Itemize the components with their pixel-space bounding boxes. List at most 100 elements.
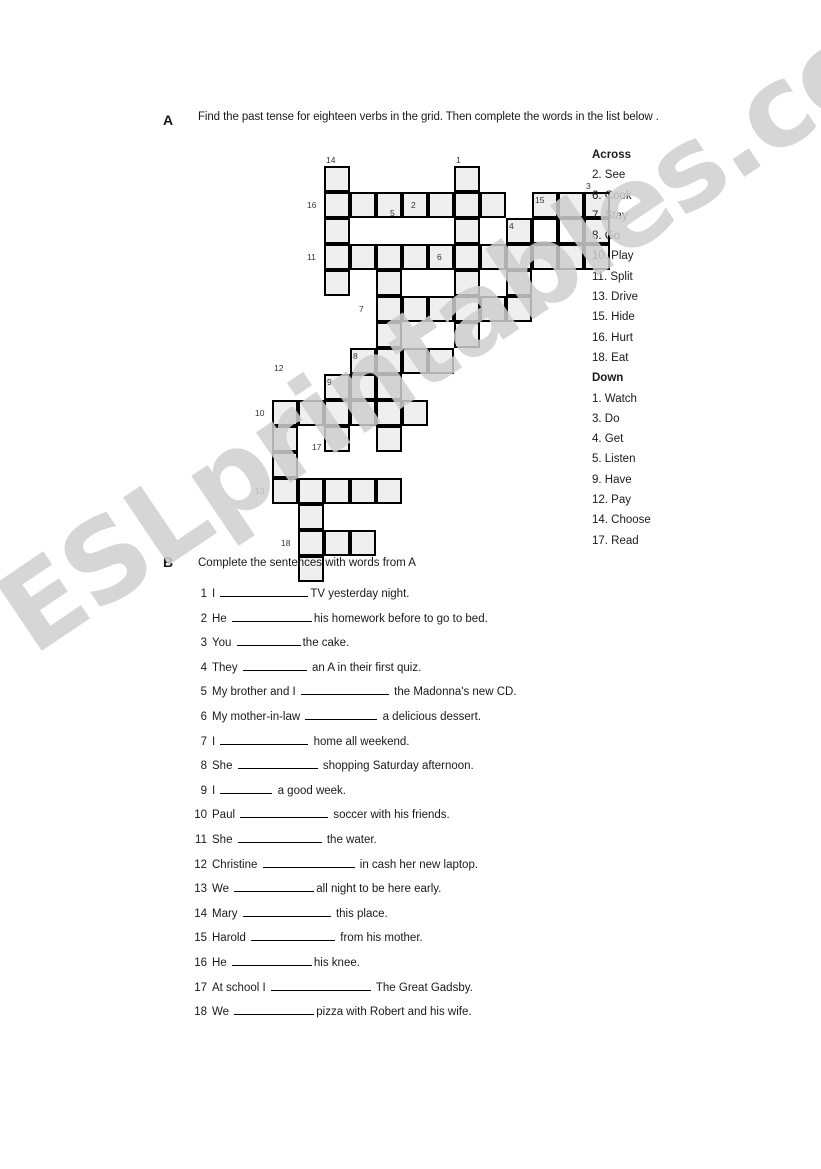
crossword-cell[interactable] [428, 192, 454, 218]
sentence-row: 2 He his homework before to go to bed. [190, 609, 670, 634]
crossword-cell[interactable] [532, 218, 558, 244]
clue-across: 2. See [592, 169, 626, 182]
crossword-cell[interactable] [376, 348, 402, 374]
crossword-cell[interactable] [454, 322, 480, 348]
sentence-text-after: shopping Saturday afternoon. [319, 760, 474, 773]
sentence-row: 10 Paul soccer with his friends. [190, 805, 670, 830]
section-b-letter: B [163, 554, 174, 570]
sentence-row: 11 She the water. [190, 830, 670, 855]
crossword-cell[interactable] [558, 218, 584, 244]
sentence-answer-blank[interactable] [242, 904, 331, 917]
crossword-cell[interactable] [324, 478, 350, 504]
crossword-cell[interactable] [272, 478, 298, 504]
crossword-cell[interactable] [376, 426, 402, 452]
sentence-answer-blank[interactable] [237, 756, 318, 770]
crossword-cell[interactable] [454, 166, 480, 192]
crossword-cell[interactable] [272, 452, 298, 478]
sentence-answer-blank[interactable] [251, 928, 336, 942]
crossword-cell[interactable] [480, 296, 506, 322]
crossword-cell[interactable] [376, 270, 402, 296]
sentence-answer-blank[interactable] [220, 781, 273, 794]
crossword-cell[interactable] [272, 400, 298, 426]
crossword-cell[interactable] [324, 530, 350, 556]
crossword-cell[interactable] [376, 374, 402, 400]
crossword-cell[interactable] [324, 166, 350, 192]
crossword-cell[interactable] [454, 244, 480, 270]
crossword-cell[interactable] [376, 296, 402, 322]
sentence-text-after: the cake. [302, 637, 350, 650]
crossword-cell[interactable] [376, 192, 402, 218]
crossword-cell[interactable] [350, 244, 376, 270]
crossword-cell[interactable] [272, 426, 298, 452]
crossword-number: 16 [307, 200, 317, 210]
crossword-cell[interactable] [506, 296, 532, 322]
crossword-cell[interactable] [376, 244, 402, 270]
crossword-cell[interactable] [298, 400, 324, 426]
clue-down: 1. Watch [592, 392, 637, 405]
sentence-row: 6 My mother-in-law a delicious dessert. [190, 707, 670, 732]
sentence-answer-blank[interactable] [300, 682, 389, 696]
sentence-answer-blank[interactable] [270, 978, 371, 991]
sentence-answer-blank[interactable] [220, 732, 309, 745]
crossword-cell[interactable] [324, 426, 350, 452]
crossword-cell[interactable] [376, 400, 402, 426]
sentence-row: 16 He his knee. [190, 953, 670, 978]
sentence-answer-blank[interactable] [231, 609, 312, 622]
crossword-cell[interactable] [506, 270, 532, 296]
crossword-cell[interactable] [324, 218, 350, 244]
sentence-text-before: Christine [212, 858, 261, 871]
crossword-cell[interactable] [532, 244, 558, 270]
sentence-answer-blank[interactable] [240, 805, 329, 819]
crossword-cell[interactable] [428, 296, 454, 322]
crossword-cell[interactable] [350, 192, 376, 218]
sentence-answer-blank[interactable] [262, 855, 355, 868]
crossword-cell[interactable] [454, 296, 480, 322]
sentence-number: 18 [194, 1006, 207, 1019]
crossword-cell[interactable] [324, 192, 350, 218]
crossword-cell[interactable] [558, 192, 584, 218]
crossword-cell[interactable] [506, 244, 532, 270]
crossword-number: 15 [535, 195, 545, 205]
crossword-number: 10 [255, 408, 265, 418]
crossword-cell[interactable] [324, 400, 350, 426]
sentence-number: 13 [194, 883, 207, 896]
crossword-cell[interactable] [402, 348, 428, 374]
crossword-cell[interactable] [350, 374, 376, 400]
crossword-cell[interactable] [402, 400, 428, 426]
crossword-cell[interactable] [324, 244, 350, 270]
crossword-cell[interactable] [350, 478, 376, 504]
crossword-number: 14 [326, 155, 336, 165]
sentence-answer-blank[interactable] [242, 658, 307, 671]
crossword-cell[interactable] [298, 478, 324, 504]
crossword-cell[interactable] [402, 296, 428, 322]
sentence-answer-blank[interactable] [234, 879, 315, 893]
sentence-text-after: soccer with his friends. [330, 809, 450, 822]
crossword-cell[interactable] [324, 270, 350, 296]
sentence-text-after: The Great Gadsby. [372, 981, 473, 994]
crossword-cell[interactable] [350, 400, 376, 426]
sentence-answer-blank[interactable] [234, 1002, 315, 1016]
crossword-cell[interactable] [376, 478, 402, 504]
sentence-number: 9 [200, 784, 207, 797]
crossword-cell[interactable] [454, 192, 480, 218]
crossword-cell[interactable] [350, 530, 376, 556]
sentence-number: 5 [200, 686, 207, 699]
crossword-number: 18 [281, 538, 291, 548]
crossword-cell[interactable] [454, 270, 480, 296]
crossword-cell[interactable] [428, 348, 454, 374]
sentence-answer-blank[interactable] [220, 584, 309, 597]
sentence-answer-blank[interactable] [305, 707, 378, 720]
crossword-cell[interactable] [480, 244, 506, 270]
sentence-answer-blank[interactable] [237, 830, 322, 843]
crossword-cell[interactable] [402, 244, 428, 270]
sentence-answer-blank[interactable] [231, 953, 312, 966]
crossword-cell[interactable] [376, 322, 402, 348]
crossword-cell[interactable] [298, 504, 324, 530]
crossword-cell[interactable] [454, 218, 480, 244]
sentence-answer-blank[interactable] [236, 633, 301, 647]
sentence-number: 12 [194, 858, 207, 871]
crossword-cell[interactable] [480, 192, 506, 218]
sentence-row: 1I TV yesterday night. [190, 584, 670, 609]
crossword-cell[interactable] [298, 530, 324, 556]
crossword-cell[interactable] [558, 244, 584, 270]
